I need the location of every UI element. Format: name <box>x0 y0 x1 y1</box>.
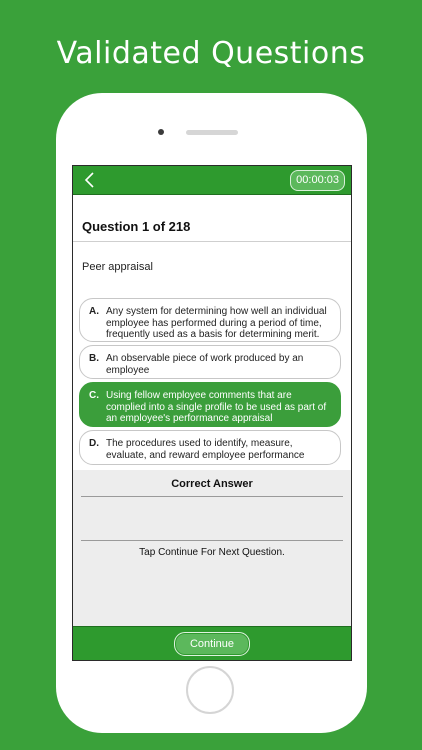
correct-answer-label: Correct Answer <box>171 478 253 490</box>
continue-instruction: Tap Continue For Next Question. <box>139 547 285 558</box>
app-screen: 00:00:03 Question 1 of 218 Peer appraisa… <box>72 165 352 661</box>
promo-title: Validated Questions <box>56 36 366 71</box>
top-bar: 00:00:03 <box>73 166 351 195</box>
timer-badge: 00:00:03 <box>290 170 345 191</box>
option-letter: B. <box>89 353 99 364</box>
question-body: Peer appraisal A. Any system for determi… <box>73 242 351 470</box>
divider <box>81 540 343 541</box>
answer-option-a[interactable]: A. Any system for determining how well a… <box>79 298 341 342</box>
option-letter: C. <box>89 390 99 401</box>
bottom-bar: Continue <box>73 626 351 660</box>
earpiece <box>186 130 238 135</box>
home-button[interactable] <box>186 666 234 714</box>
question-text: Peer appraisal <box>82 261 153 273</box>
answer-option-d[interactable]: D. The procedures used to identify, meas… <box>79 430 341 465</box>
answer-option-c[interactable]: C. Using fellow employee comments that a… <box>79 382 341 427</box>
option-text: An observable piece of work produced by … <box>106 353 304 376</box>
option-letter: A. <box>89 306 99 317</box>
question-header: Question 1 of 218 <box>73 195 351 242</box>
question-counter: Question 1 of 218 <box>82 219 191 234</box>
option-letter: D. <box>89 438 99 449</box>
option-text: The procedures used to identify, measure… <box>106 438 305 461</box>
back-chevron-icon[interactable] <box>83 172 99 188</box>
answer-option-b[interactable]: B. An observable piece of work produced … <box>79 345 341 379</box>
divider <box>81 496 343 497</box>
front-camera <box>158 129 164 135</box>
continue-button[interactable]: Continue <box>174 632 250 656</box>
option-text: Using fellow employee comments that are … <box>106 390 327 424</box>
option-text: Any system for determining how well an i… <box>106 306 327 340</box>
